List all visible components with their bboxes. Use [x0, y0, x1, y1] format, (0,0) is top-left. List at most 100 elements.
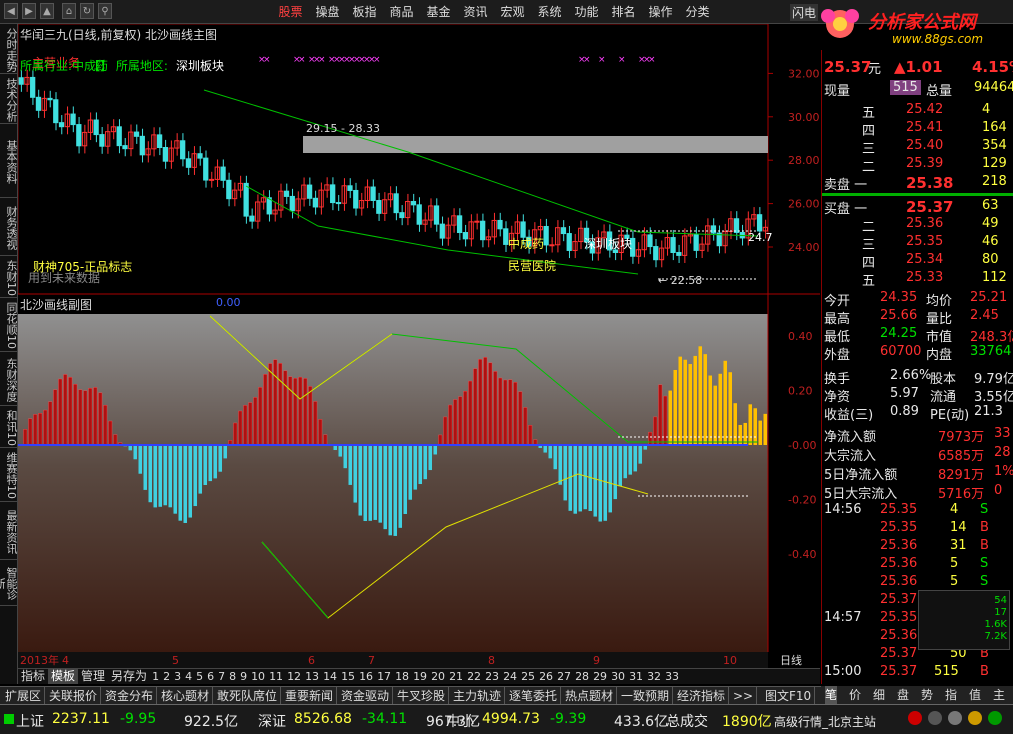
menu-item[interactable]: 系统	[531, 0, 568, 24]
day-tab[interactable]: 27	[555, 669, 573, 684]
section-tab[interactable]: 经济指标	[674, 687, 730, 705]
day-tab[interactable]: 9	[238, 669, 249, 684]
day-tab[interactable]: 7	[216, 669, 227, 684]
section-tab[interactable]: 核心题材	[158, 687, 214, 705]
left-nav-item[interactable]: 维赛特10	[0, 450, 18, 502]
section-tab[interactable]: 一致预期	[618, 687, 674, 705]
sound-icon[interactable]	[968, 711, 982, 725]
left-nav-item[interactable]: 最新资讯	[0, 504, 18, 560]
day-tab[interactable]: 3	[172, 669, 183, 684]
back-icon[interactable]: ◀	[4, 3, 18, 19]
section-tab[interactable]: 主力轨迹	[450, 687, 506, 705]
home-icon[interactable]: ⌂	[62, 3, 76, 19]
menu-item[interactable]: 股票	[272, 0, 309, 24]
quote-tab[interactable]: 价	[849, 686, 861, 704]
quote-tab[interactable]: 细	[873, 686, 885, 704]
search-icon[interactable]: ⚲	[98, 3, 112, 19]
menu-item[interactable]: 分类	[679, 0, 716, 24]
left-nav-item[interactable]: 和讯10	[0, 408, 18, 448]
menu-item[interactable]: 商品	[383, 0, 420, 24]
day-tab[interactable]: 16	[357, 669, 375, 684]
menu-item[interactable]: 操作	[642, 0, 679, 24]
index-name[interactable]: 中小	[446, 711, 474, 731]
section-tab[interactable]: 敢死队席位	[214, 687, 282, 705]
day-tab[interactable]: 1	[150, 669, 161, 684]
day-tab[interactable]: 15	[339, 669, 357, 684]
quote-tab[interactable]: 势	[921, 686, 933, 704]
day-tab[interactable]: 4	[183, 669, 194, 684]
settings-icon[interactable]	[988, 711, 1002, 725]
up-icon[interactable]: ▲	[40, 3, 54, 19]
section-tab[interactable]: >>	[730, 687, 758, 705]
day-tab[interactable]: 23	[483, 669, 501, 684]
chart-tool-tab[interactable]: 模板	[48, 669, 79, 684]
day-tab[interactable]: 10	[249, 669, 267, 684]
day-tab[interactable]: 5	[194, 669, 205, 684]
chart-tool-tab[interactable]: 管理	[78, 669, 108, 684]
day-tab[interactable]: 19	[411, 669, 429, 684]
menu-item[interactable]: 排名	[605, 0, 642, 24]
index-name[interactable]: 深证	[258, 711, 286, 731]
day-tab[interactable]: 12	[285, 669, 303, 684]
day-tab[interactable]: 6	[205, 669, 216, 684]
chart-tool-tab[interactable]: 另存为	[108, 669, 150, 684]
left-nav-item[interactable]: 财务透视	[0, 200, 18, 256]
day-tab[interactable]: 13	[303, 669, 321, 684]
day-tab[interactable]: 22	[465, 669, 483, 684]
day-tab[interactable]: 26	[537, 669, 555, 684]
menu-item[interactable]: 宏观	[494, 0, 531, 24]
day-tab[interactable]: 11	[267, 669, 285, 684]
chart-tool-tab[interactable]: 指标	[18, 669, 48, 684]
menu-item[interactable]: 板指	[346, 0, 383, 24]
day-tab[interactable]: 24	[501, 669, 519, 684]
section-tab[interactable]: 牛叉珍股	[394, 687, 450, 705]
day-tab[interactable]: 8	[227, 669, 238, 684]
chart-icon[interactable]	[948, 711, 962, 725]
day-tab[interactable]: 25	[519, 669, 537, 684]
quote-tab[interactable]: 主	[993, 686, 1005, 704]
day-tab[interactable]: 2	[161, 669, 172, 684]
quote-tab[interactable]: 值	[969, 686, 981, 704]
day-tab[interactable]: 33	[663, 669, 681, 684]
section-tab[interactable]: 关联报价	[46, 687, 102, 705]
menu-item[interactable]: 功能	[568, 0, 605, 24]
day-tab[interactable]: 31	[627, 669, 645, 684]
day-tab[interactable]: 32	[645, 669, 663, 684]
day-tab[interactable]: 17	[375, 669, 393, 684]
quote-tab[interactable]: 指	[945, 686, 957, 704]
section-tab[interactable]: 资金分布	[102, 687, 158, 705]
forward-icon[interactable]: ▶	[22, 3, 36, 19]
record-icon[interactable]	[928, 711, 942, 725]
bell-icon[interactable]	[908, 711, 922, 725]
section-tab[interactable]: 热点题材	[562, 687, 618, 705]
index-name[interactable]: 上证	[16, 711, 44, 731]
quote-tab[interactable]: 盘	[897, 686, 909, 704]
chart-canvas[interactable]: 32.00 30.00 28.00 26.00 24.00 0.40 0.20 -0.00 -0…	[18, 24, 820, 670]
left-nav-item[interactable]: 基本资料	[0, 126, 18, 198]
section-tab[interactable]: 资金驱动	[338, 687, 394, 705]
section-tab[interactable]: 扩展区	[2, 687, 46, 705]
left-nav-item[interactable]: 东财深度	[0, 354, 18, 406]
quote-tab[interactable]: 笔	[825, 686, 838, 704]
left-nav-item[interactable]: 分时走势	[0, 26, 18, 74]
section-tab[interactable]: 图文F10	[762, 687, 816, 705]
menu-item[interactable]: 基金	[420, 0, 457, 24]
menu-item[interactable]: 操盘	[309, 0, 346, 24]
menu-item[interactable]: 资讯	[457, 0, 494, 24]
day-tab[interactable]: 14	[321, 669, 339, 684]
section-tab[interactable]: 逐笔委托	[506, 687, 562, 705]
day-tab[interactable]: 21	[447, 669, 465, 684]
left-nav-item[interactable]: 东财10	[0, 258, 18, 298]
day-tab[interactable]: 30	[609, 669, 627, 684]
chart-area[interactable]: 32.00 30.00 28.00 26.00 24.00 0.40 0.20 -0.00 -0…	[18, 24, 820, 670]
left-nav-item[interactable]: 同花顺10	[0, 300, 18, 352]
day-tab[interactable]: 20	[429, 669, 447, 684]
section-tab[interactable]: 重要新闻	[282, 687, 338, 705]
day-tab[interactable]: 28	[573, 669, 591, 684]
market-label[interactable]: 高级行情_北京主站	[774, 713, 876, 730]
refresh-icon[interactable]: ↻	[80, 3, 94, 19]
day-tab[interactable]: 29	[591, 669, 609, 684]
left-nav-item[interactable]: 技术分析	[0, 76, 18, 124]
left-nav-item[interactable]: 智能诊断	[0, 562, 18, 606]
day-tab[interactable]: 18	[393, 669, 411, 684]
